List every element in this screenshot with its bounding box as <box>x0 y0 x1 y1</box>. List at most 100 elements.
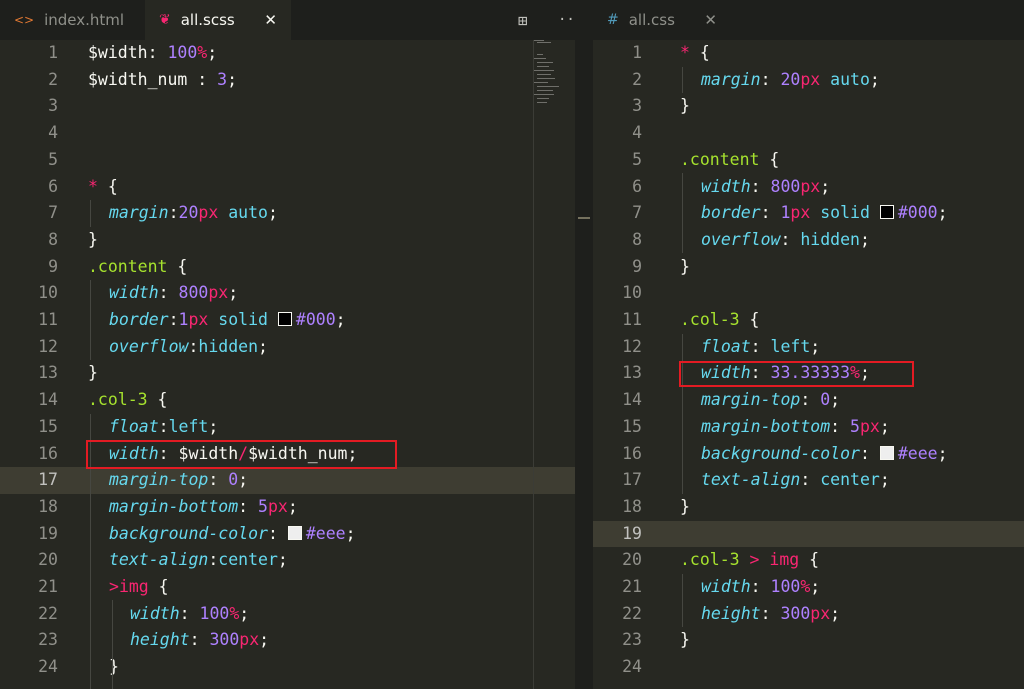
css-file-icon: # <box>607 12 619 28</box>
code-line[interactable]: 19 background-color: #eee; <box>0 521 575 548</box>
code-line[interactable]: 1 $width: 100%; <box>0 40 575 67</box>
line-number: 21 <box>622 577 642 596</box>
code-line[interactable]: 11 border:1px solid #000; <box>0 307 575 334</box>
tab-all-css[interactable]: # all.css ✕ <box>593 0 731 40</box>
code-line[interactable]: 19 <box>593 520 1024 548</box>
code-line[interactable]: 2 margin: 20px auto; <box>593 67 1024 94</box>
indent-guide <box>682 574 683 627</box>
code-text: height: 300px; <box>130 630 270 650</box>
code-line[interactable]: 18} <box>593 494 1024 521</box>
annotation-highlight-box <box>679 361 914 387</box>
line-number: 20 <box>622 550 642 570</box>
code-line[interactable]: 23 height: 300px; <box>0 627 575 654</box>
code-text: .col-3 > img { <box>680 550 820 570</box>
code-line[interactable]: 21 >img { <box>0 574 575 601</box>
code-line[interactable]: 15 margin-bottom: 5px; <box>593 414 1024 441</box>
code-line[interactable]: 4 <box>0 120 575 147</box>
code-line[interactable]: 10 width: 800px; <box>0 280 575 307</box>
split-editor-button[interactable]: ⊞ <box>518 0 528 40</box>
more-actions-button[interactable]: ··· <box>558 0 575 40</box>
code-text: .content { <box>680 149 780 169</box>
code-line[interactable]: 4 <box>593 120 1024 147</box>
line-number: 6 <box>632 176 642 196</box>
scrollbar-track[interactable] <box>533 40 534 689</box>
code-line[interactable]: 1 * { <box>593 40 1024 67</box>
code-editor[interactable]: 1 $width: 100%; 2 $width_num : 3; 3 4 5 6 * {7 ma… <box>0 40 575 689</box>
code-line[interactable]: 2 $width_num : 3; <box>0 67 575 94</box>
tab-index-html[interactable]: <> index.html <box>0 0 145 40</box>
split-editor-icon: ⊞ <box>518 10 528 30</box>
line-number: 23 <box>38 630 58 650</box>
code-line[interactable]: 7 margin:20px auto; <box>0 200 575 227</box>
code-line[interactable]: 6 width: 800px; <box>593 174 1024 201</box>
indent-guide <box>90 200 91 227</box>
minimap-line <box>537 86 559 87</box>
color-swatch[interactable] <box>879 205 894 220</box>
code-line[interactable]: 14 margin-top: 0; <box>593 387 1024 414</box>
minimap-line <box>537 54 543 55</box>
annotation-highlight-box <box>86 440 397 469</box>
code-line[interactable]: 17 margin-top: 0; <box>0 467 575 494</box>
tab-label: all.css <box>628 11 675 29</box>
scss-editor-pane[interactable]: <> index.html ❦ all.scss ✕ ⊞ ··· 1 $width… <box>0 0 575 689</box>
close-tab-icon[interactable]: ✕ <box>704 11 717 29</box>
line-number: 5 <box>48 149 58 169</box>
divider-handle[interactable] <box>578 217 590 219</box>
line-number: 22 <box>38 603 58 623</box>
minimap-line <box>537 66 549 67</box>
indent-guide <box>90 280 91 360</box>
line-number: 7 <box>632 203 642 223</box>
color-swatch[interactable] <box>879 445 894 460</box>
code-text: $width: 100%; <box>88 43 218 62</box>
line-number: 24 <box>622 657 642 677</box>
tab-all-scss[interactable]: ❦ all.scss ✕ <box>145 0 291 40</box>
code-line[interactable]: 5 <box>0 147 575 174</box>
code-line[interactable]: 12 float: left; <box>593 334 1024 361</box>
minimap-line <box>534 40 544 41</box>
code-line[interactable]: 15 float:left; <box>0 414 575 441</box>
code-line[interactable]: 17 text-align: center; <box>593 467 1024 494</box>
line-number: 14 <box>38 390 58 410</box>
code-line[interactable]: 9} <box>593 254 1024 281</box>
code-line[interactable]: 8 overflow: hidden; <box>593 227 1024 254</box>
line-number: 4 <box>48 123 58 143</box>
code-line[interactable]: 24 <box>593 654 1024 681</box>
code-line[interactable]: 13} <box>0 360 575 387</box>
code-line[interactable]: 7 border: 1px solid #000; <box>593 200 1024 227</box>
code-text: border: 1px solid #000; <box>701 203 948 223</box>
css-editor-pane[interactable]: # all.css ✕ 1 * {2 margin: 20px auto; 3} 4 5.… <box>593 0 1024 689</box>
code-text: } <box>680 256 690 276</box>
pane-divider[interactable] <box>575 0 593 689</box>
code-line[interactable]: 24} <box>0 654 575 681</box>
color-swatch[interactable] <box>287 525 302 540</box>
code-text: height: 300px; <box>701 603 841 623</box>
code-line[interactable]: 23} <box>593 627 1024 654</box>
code-line[interactable]: 6 * { <box>0 174 575 201</box>
line-number: 8 <box>632 229 642 249</box>
indent-guide <box>682 334 683 494</box>
code-line[interactable]: 22 width: 100%; <box>0 601 575 628</box>
code-line[interactable]: 16 background-color: #eee; <box>593 441 1024 468</box>
code-line[interactable]: 18 margin-bottom: 5px; <box>0 494 575 521</box>
code-line[interactable]: 10 <box>593 280 1024 307</box>
close-tab-icon[interactable]: ✕ <box>264 11 277 29</box>
code-line[interactable]: 14 .col-3 { <box>0 387 575 414</box>
code-line[interactable]: 21 width: 100%; <box>593 574 1024 601</box>
code-line[interactable]: 12 overflow:hidden; <box>0 334 575 361</box>
minimap[interactable] <box>534 40 574 110</box>
line-number: 13 <box>38 363 58 383</box>
code-line[interactable]: 9 .content { <box>0 254 575 281</box>
code-line[interactable]: 3} <box>593 93 1024 120</box>
line-number: 20 <box>38 550 58 570</box>
code-line[interactable]: 22 height: 300px; <box>593 601 1024 628</box>
code-line[interactable]: 5 .content { <box>593 147 1024 174</box>
indent-guide <box>682 66 683 94</box>
color-swatch[interactable] <box>277 312 292 326</box>
code-line[interactable]: 20 text-align:center; <box>0 547 575 574</box>
code-line[interactable]: 20 .col-3 > img { <box>593 547 1024 574</box>
code-line[interactable]: 8} <box>0 227 575 254</box>
code-text: overflow: hidden; <box>701 229 870 249</box>
code-line[interactable]: 11 .col-3 { <box>593 307 1024 334</box>
code-text: } <box>680 96 690 116</box>
code-line[interactable]: 3 <box>0 93 575 120</box>
